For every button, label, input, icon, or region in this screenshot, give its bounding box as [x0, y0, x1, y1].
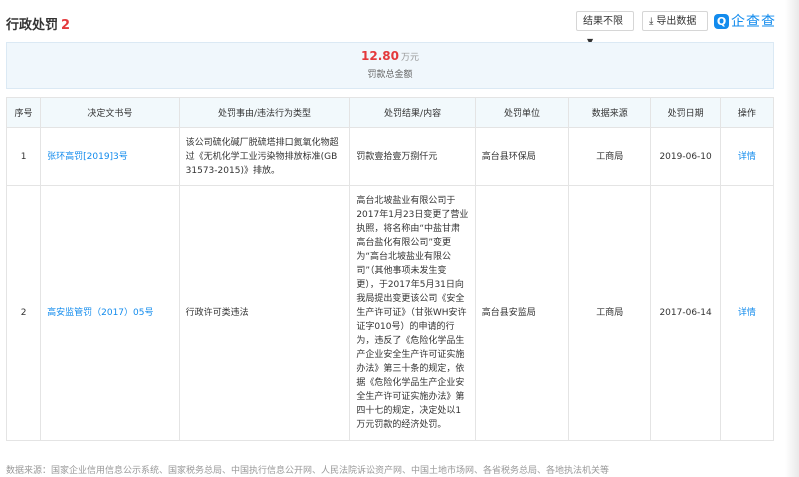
column-header: 处罚日期 [650, 97, 721, 128]
fine-amount: 12.80 [361, 49, 399, 63]
data-source: 工商局 [568, 127, 652, 186]
scroll-shadow [785, 0, 799, 477]
logo-text: 企查查 [731, 14, 776, 30]
column-header: 决定文书号 [40, 97, 180, 128]
detail-link[interactable]: 详情 [719, 127, 775, 186]
table-row: 2 高安监管罚（2017）05号 行政许可类违法 高台北坡盐业有限公司于2017… [5, 185, 775, 441]
data-source: 工商局 [568, 185, 652, 441]
data-source-footer: 数据来源：国家企业信用信息公示系统、国家税务总局、中国执行信息公开网、人民法院诉… [6, 466, 610, 476]
export-label: 导出数据 [656, 16, 697, 27]
result-filter-label: 结果不限 [583, 16, 623, 27]
column-header: 处罚事由/违法行为类型 [178, 97, 351, 128]
section-header: 行政处罚2 结果不限 ▼ ⤓导出数据 Q 企查查 [0, 0, 799, 46]
penalty-table: 序号 决定文书号 处罚事由/违法行为类型 处罚结果/内容 处罚单位 数据来源 处… [5, 97, 775, 441]
export-button[interactable]: ⤓ 导出数据 [642, 11, 708, 31]
qichacha-logo: Q 企查查 [714, 11, 776, 31]
penalty-result: 高台北坡盐业有限公司于2017年1月23日变更了营业执照，将名称由“中盐甘肃高台… [349, 185, 476, 441]
logo-mark-icon: Q [714, 13, 729, 29]
fine-unit: 万元 [400, 53, 419, 63]
column-header: 处罚结果/内容 [349, 97, 476, 128]
penalty-date: 2019-06-10 [650, 127, 721, 186]
table-row: 1 张环高罚[2019]3号 该公司硫化碱厂脱硫塔排口氮氧化物超过《无机化学工业… [5, 127, 775, 186]
detail-link[interactable]: 详情 [719, 185, 775, 441]
fine-total-label: 罚款总金额 [367, 70, 413, 80]
record-count: 2 [61, 18, 71, 33]
penalty-authority: 高台县环保局 [474, 127, 570, 186]
fine-total: 12.80 万元 [7, 49, 773, 63]
download-icon: ⤓ [649, 16, 654, 27]
table-header-row: 序号 决定文书号 处罚事由/违法行为类型 处罚结果/内容 处罚单位 数据来源 处… [5, 97, 775, 128]
doc-number-link[interactable]: 张环高罚[2019]3号 [40, 127, 180, 186]
column-header: 数据来源 [568, 97, 652, 128]
row-index: 2 [5, 185, 42, 441]
row-index: 1 [5, 127, 42, 186]
penalty-reason: 该公司硫化碱厂脱硫塔排口氮氧化物超过《无机化学工业污染物排放标准(GB 3157… [178, 127, 351, 186]
penalty-result: 罚款壹拾壹万捌仟元 [349, 127, 476, 186]
penalty-reason: 行政许可类违法 [178, 185, 351, 441]
column-header: 处罚单位 [474, 97, 570, 128]
doc-number-link[interactable]: 高安监管罚（2017）05号 [40, 185, 180, 441]
section-title-text: 行政处罚 [6, 18, 59, 33]
section-title: 行政处罚 2 [6, 14, 70, 33]
penalty-authority: 高台县安监局 [474, 185, 570, 441]
column-header: 序号 [5, 97, 42, 128]
column-header: 操作 [719, 97, 775, 128]
result-filter-dropdown[interactable]: 结果不限 ▼ [576, 11, 634, 46]
penalty-date: 2017-06-14 [650, 185, 721, 441]
fine-summary: 12.80 万元 罚款总金额 [6, 42, 774, 89]
